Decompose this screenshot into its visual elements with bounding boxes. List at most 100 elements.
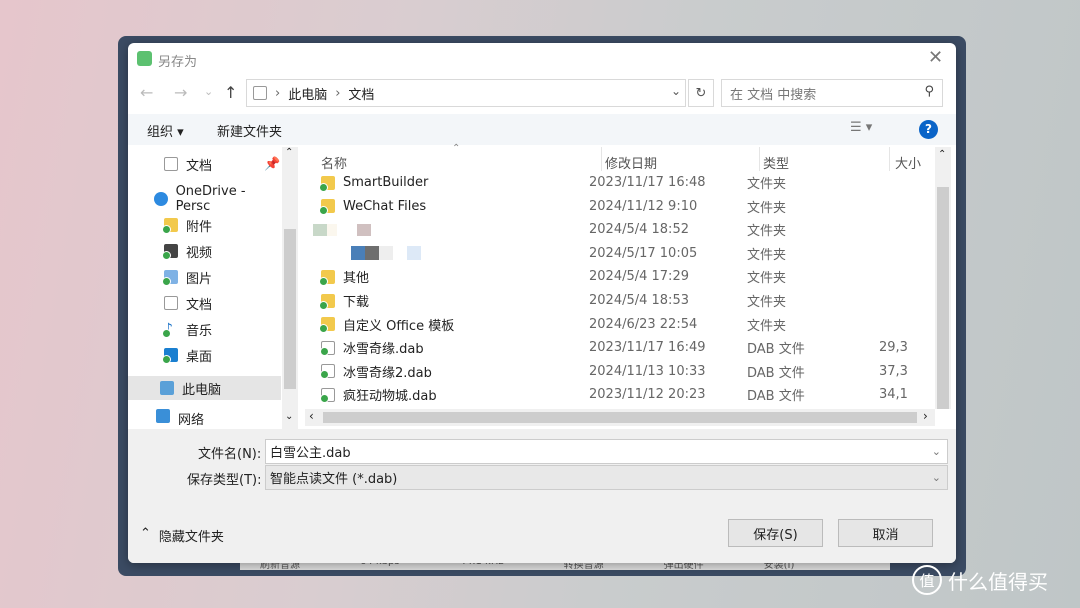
search-placeholder: 在 文档 中搜索 [730, 87, 817, 103]
file-size: 37,3 [879, 363, 908, 379]
file-row[interactable]: 2024/5/17 10:05 文件夹 [305, 242, 935, 265]
new-folder-button[interactable]: 新建文件夹 [217, 121, 282, 140]
sidebar-item-label: 网络 [178, 413, 205, 427]
column-date[interactable]: 修改日期 [605, 153, 657, 172]
desktop-icon [162, 348, 178, 364]
column-headers: ⌃ 名称 修改日期 类型 大小 [305, 143, 935, 172]
scrollbar-thumb[interactable] [323, 412, 917, 423]
sidebar-item-onedrive[interactable]: OneDrive - Persc [128, 184, 281, 214]
sidebar-item-label: 文档 [186, 297, 213, 313]
documents-icon [164, 296, 178, 310]
hide-folders-button[interactable]: ⌃ 隐藏文件夹 [140, 526, 224, 545]
file-name: 自定义 Office 模板 [343, 318, 455, 334]
file-row[interactable]: 2024/5/4 18:52 文件夹 [305, 218, 935, 241]
up-button[interactable]: ↑ [224, 83, 237, 102]
sidebar-item-label: 附件 [186, 219, 213, 235]
column-size[interactable]: 大小 [895, 153, 921, 172]
sidebar-item-label: 视频 [186, 245, 213, 261]
file-type-label: 保存类型(T): [187, 473, 262, 488]
scrollbar-thumb[interactable] [937, 187, 949, 409]
column-divider[interactable] [759, 147, 760, 171]
file-type-select[interactable]: 智能点读文件 (*.dab) ⌄ [265, 465, 948, 490]
file-row[interactable]: 冰雪奇缘.dab 2023/11/17 16:49 DAB 文件 29,3 [305, 336, 935, 359]
onedrive-icon [154, 192, 168, 206]
file-row[interactable]: 自定义 Office 模板 2024/6/23 22:54 文件夹 [305, 313, 935, 336]
chevron-up-icon: ⌃ [140, 526, 151, 541]
forward-button[interactable]: → [174, 83, 187, 102]
save-button[interactable]: 保存(S) [728, 519, 823, 547]
sidebar-item-label: OneDrive - Persc [175, 184, 246, 214]
file-name: SmartBuilder [343, 175, 429, 190]
sidebar-item-videos[interactable]: 视频 [128, 239, 281, 263]
file-name: 疯狂动物城.dab [343, 389, 437, 405]
view-options-icon[interactable]: ☰ ▾ [850, 120, 872, 135]
computer-icon [160, 381, 174, 395]
organize-button[interactable]: 组织 ▾ [147, 121, 184, 140]
sidebar-item-network[interactable]: 网络 [128, 409, 281, 427]
file-name: 冰雪奇缘.dab [343, 342, 424, 358]
file-row[interactable]: SmartBuilder 2023/11/17 16:48 文件夹 [305, 171, 935, 194]
scroll-up-icon[interactable]: ⌃ [938, 149, 946, 160]
search-input[interactable]: 在 文档 中搜索 ⚲ [721, 79, 943, 107]
toolbar: 组织 ▾ 新建文件夹 ☰ ▾ ? [128, 114, 956, 145]
scroll-up-icon[interactable]: ⌃ [285, 147, 293, 158]
address-bar[interactable]: › 此电脑 › 文档 ⌄ [246, 79, 686, 107]
file-icon [320, 340, 335, 356]
sort-ascending-icon: ⌃ [452, 143, 461, 154]
breadcrumb-item[interactable]: 此电脑 [288, 84, 327, 103]
column-type[interactable]: 类型 [763, 153, 789, 172]
close-button[interactable]: ✕ [928, 47, 943, 68]
file-row[interactable]: 疯狂动物城.dab 2023/11/12 20:23 DAB 文件 34,1 [305, 383, 935, 406]
sidebar-item-desktop[interactable]: 桌面 [128, 343, 281, 367]
documents-icon [253, 86, 267, 100]
file-type: DAB 文件 [747, 365, 805, 381]
sidebar-item-pictures[interactable]: 图片 [128, 265, 281, 289]
chevron-down-icon[interactable]: ⌄ [932, 445, 941, 458]
column-name[interactable]: 名称 [321, 153, 347, 172]
scrollbar-thumb[interactable] [284, 229, 296, 389]
scroll-down-icon[interactable]: ⌄ [285, 411, 293, 422]
file-date: 2024/5/4 18:52 [589, 222, 689, 238]
file-type: 文件夹 [747, 271, 787, 287]
scroll-left-icon[interactable]: ‹ [309, 409, 314, 423]
file-row[interactable]: 下载 2024/5/4 18:53 文件夹 [305, 289, 935, 312]
folder-icon [319, 317, 335, 334]
column-divider[interactable] [889, 147, 890, 171]
chevron-down-icon[interactable]: ⌄ [671, 84, 681, 98]
breadcrumb-item[interactable]: 文档 [348, 84, 374, 103]
file-date: 2024/5/4 17:29 [589, 269, 689, 285]
cancel-button[interactable]: 取消 [838, 519, 933, 547]
filename-input[interactable]: 白雪公主.dab ⌄ [265, 439, 948, 464]
network-icon [156, 409, 170, 423]
file-date: 2024/11/12 9:10 [589, 198, 698, 214]
file-row[interactable]: 其他 2024/5/4 17:29 文件夹 [305, 265, 935, 288]
file-date: 2023/11/17 16:48 [589, 175, 706, 190]
column-divider[interactable] [601, 147, 602, 171]
file-row[interactable]: WeChat Files 2024/11/12 9:10 文件夹 [305, 195, 935, 218]
sidebar-item-music[interactable]: ♪ 音乐 [128, 317, 281, 341]
chevron-down-icon[interactable]: ⌄ [932, 471, 941, 484]
chevron-right-icon: › [275, 85, 281, 101]
filename-label: 文件名(N): [198, 447, 262, 462]
sidebar-item-this-pc[interactable]: 此电脑 [128, 376, 281, 400]
scroll-right-icon[interactable]: › [923, 409, 928, 423]
sidebar-item-attachments[interactable]: 附件 [128, 213, 281, 237]
sidebar-item-documents-pinned[interactable]: 文档 📌 [128, 152, 281, 176]
recent-dropdown-icon[interactable]: ⌄ [204, 85, 213, 98]
file-name: 下载 [343, 295, 370, 310]
file-list-scrollbar[interactable]: ⌃ [935, 147, 951, 409]
folder-icon [162, 218, 178, 234]
file-icon [320, 364, 335, 380]
watermark: 值 什么值得买 [912, 565, 1048, 595]
file-row[interactable]: 冰雪奇缘2.dab 2024/11/13 10:33 DAB 文件 37,3 [305, 360, 935, 383]
back-button[interactable]: ← [140, 83, 153, 102]
documents-icon [164, 157, 178, 171]
refresh-button[interactable]: ↻ [688, 79, 714, 107]
folder-icon [319, 175, 335, 192]
sidebar-scrollbar[interactable]: ⌃ ⌄ [282, 147, 298, 429]
horizontal-scrollbar[interactable]: ‹ › [305, 409, 935, 426]
folder-icon [319, 199, 335, 216]
file-date: 2024/11/13 10:33 [589, 363, 706, 379]
help-icon[interactable]: ? [919, 120, 938, 139]
sidebar-item-documents[interactable]: 文档 [128, 291, 281, 315]
